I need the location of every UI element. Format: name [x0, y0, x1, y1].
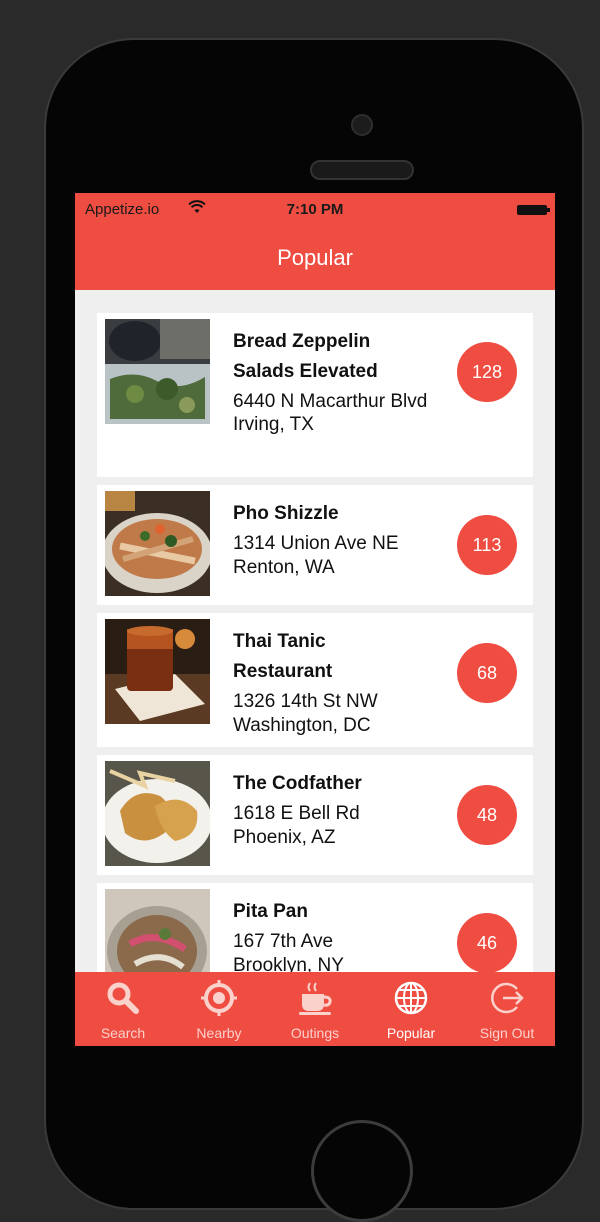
page-title: Popular — [277, 244, 353, 270]
restaurant-info: Thai Tanic Restaurant 1326 14th St NW Wa… — [233, 627, 433, 738]
tab-popular[interactable]: Popular — [363, 972, 459, 1046]
restaurant-city: Renton, WA — [233, 557, 335, 578]
restaurant-card[interactable]: Pho Shizzle 1314 Union Ave NE Renton, WA… — [97, 485, 533, 605]
tab-search[interactable]: Search — [75, 972, 171, 1046]
search-icon — [107, 982, 139, 1014]
restaurant-photo — [105, 619, 210, 724]
restaurant-name: Pita Pan — [233, 901, 308, 922]
restaurant-name: Thai Tanic Restaurant — [233, 631, 333, 682]
nav-bar: Popular — [75, 225, 555, 290]
popularity-badge: 48 — [457, 785, 517, 845]
restaurant-address: 1314 Union Ave NE — [233, 533, 399, 554]
globe-icon — [394, 981, 428, 1015]
restaurant-name: Bread Zeppelin Salads Elevated — [233, 331, 378, 382]
home-button[interactable] — [311, 1120, 413, 1222]
restaurant-card[interactable]: The Codfather 1618 E Bell Rd Phoenix, AZ… — [97, 755, 533, 875]
tab-sign-out[interactable]: Sign Out — [459, 972, 555, 1046]
restaurant-city: Washington, DC — [233, 715, 371, 736]
restaurant-info: The Codfather 1618 E Bell Rd Phoenix, AZ — [233, 769, 433, 850]
app-screen: Appetize.io 7:10 PM Popular Bread Zeppel… — [75, 193, 555, 1046]
tab-bar: Search Nearby Outings Popular Sign Out — [75, 972, 555, 1046]
status-bar: Appetize.io 7:10 PM — [75, 193, 555, 225]
status-time: 7:10 PM — [286, 201, 344, 218]
restaurant-card[interactable]: Thai Tanic Restaurant 1326 14th St NW Wa… — [97, 613, 533, 747]
popularity-badge: 46 — [457, 913, 517, 973]
battery-icon — [517, 205, 550, 215]
tab-label: Nearby — [196, 1025, 242, 1041]
restaurant-photo — [105, 319, 210, 424]
earpiece-speaker — [310, 160, 414, 180]
tab-label: Popular — [386, 1025, 436, 1041]
restaurant-info: Pita Pan 167 7th Ave Brooklyn, NY — [233, 897, 433, 978]
coffee-cup-icon — [299, 982, 332, 1015]
sign-out-icon — [491, 982, 524, 1014]
front-camera — [351, 114, 373, 136]
restaurant-address: 167 7th Ave — [233, 931, 334, 952]
restaurant-card[interactable]: Bread Zeppelin Salads Elevated 6440 N Ma… — [97, 313, 533, 477]
restaurant-info: Bread Zeppelin Salads Elevated 6440 N Ma… — [233, 327, 433, 437]
tab-label: Outings — [290, 1025, 340, 1041]
restaurant-city: Phoenix, AZ — [233, 827, 336, 848]
tab-nearby[interactable]: Nearby — [171, 972, 267, 1046]
restaurant-name: The Codfather — [233, 773, 362, 794]
popularity-badge: 113 — [457, 515, 517, 575]
popularity-badge: 68 — [457, 643, 517, 703]
tab-outings[interactable]: Outings — [267, 972, 363, 1046]
tab-label: Sign Out — [479, 1025, 535, 1041]
restaurant-name: Pho Shizzle — [233, 503, 339, 524]
restaurant-photo — [105, 761, 210, 866]
popularity-badge: 128 — [457, 342, 517, 402]
restaurant-info: Pho Shizzle 1314 Union Ave NE Renton, WA — [233, 499, 433, 580]
target-icon — [201, 980, 237, 1016]
tab-label: Search — [100, 1025, 146, 1041]
restaurant-photo — [105, 491, 210, 596]
restaurant-address: 1326 14th St NW — [233, 691, 378, 712]
restaurant-address: 1618 E Bell Rd — [233, 803, 360, 824]
